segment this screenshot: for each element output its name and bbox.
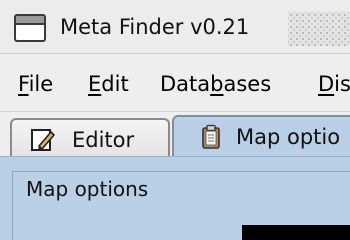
title-bar[interactable]: Meta Finder v0.21 xyxy=(0,0,350,54)
menu-dis[interactable]: Dis xyxy=(318,70,350,98)
map-canvas[interactable] xyxy=(242,225,350,240)
pencil-icon xyxy=(31,129,55,151)
menu-file-label: ile xyxy=(28,72,54,96)
menu-file-mnemonic: F xyxy=(18,72,29,96)
tab-map-options-label: Map optio xyxy=(236,125,341,149)
menu-file[interactable]: File xyxy=(18,70,53,98)
menu-dis-mnemonic: D xyxy=(318,72,335,96)
tab-editor-label: Editor xyxy=(72,128,135,152)
window-title: Meta Finder v0.21 xyxy=(60,15,250,39)
clipboard-icon xyxy=(202,124,220,149)
tab-map-options[interactable]: Map optio xyxy=(172,115,350,158)
menu-databases[interactable]: Databases xyxy=(160,70,271,98)
menu-bar: File Edit Databases Dis xyxy=(0,55,350,112)
menu-edit-mnemonic: E xyxy=(88,72,102,96)
group-title: Map options xyxy=(26,177,149,201)
menu-edit[interactable]: Edit xyxy=(88,70,129,98)
menu-databases-label-pre: Data xyxy=(160,72,211,96)
menu-databases-mnemonic: b xyxy=(210,72,224,96)
menu-edit-label: dit xyxy=(101,72,129,96)
menu-dis-label: is xyxy=(334,72,350,96)
map-options-panel: Map options xyxy=(0,156,350,240)
title-bar-texture xyxy=(288,12,350,46)
menu-databases-label-post: ases xyxy=(223,72,272,96)
window-icon[interactable] xyxy=(14,14,46,42)
tab-editor[interactable]: Editor xyxy=(10,118,170,158)
tab-strip: Editor Map optio xyxy=(0,112,350,158)
